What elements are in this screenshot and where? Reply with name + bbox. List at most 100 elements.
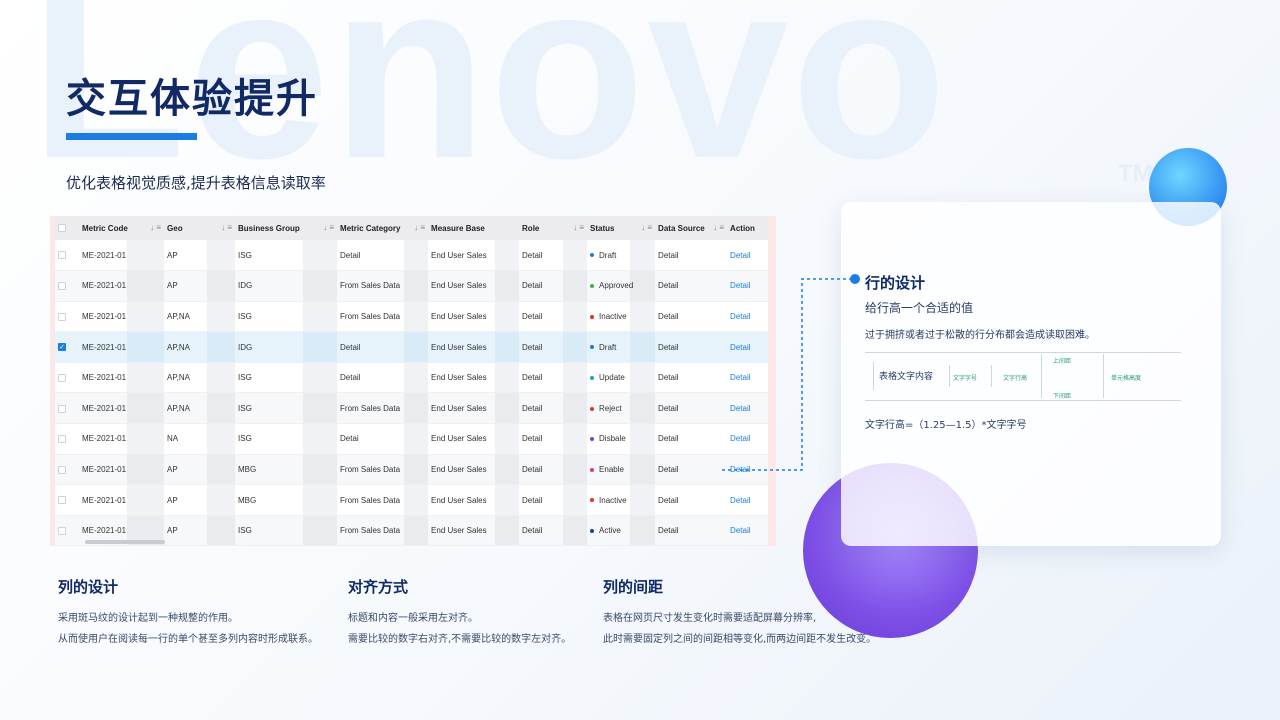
column-gap: [495, 270, 520, 302]
cell-metric-code: ME-2021-01: [79, 423, 127, 455]
cell-geo: NA: [164, 423, 208, 455]
row-checkbox[interactable]: [55, 362, 79, 394]
sort-filter-icon[interactable]: ↓ ≡: [713, 223, 724, 232]
table-row[interactable]: ME-2021-01 AP ISG Detail End User Sales Detai…: [55, 240, 768, 272]
column-gap: [630, 240, 656, 272]
cell-measure-base: End User Sales: [428, 331, 496, 363]
card-title: 行的设计: [865, 274, 926, 292]
sort-filter-icon[interactable]: ↓ ≡: [414, 223, 425, 232]
row-checkbox[interactable]: [55, 484, 79, 516]
cell-metric-category: From Sales Data: [337, 484, 405, 516]
column-gap: [404, 301, 429, 333]
sort-filter-icon[interactable]: ↓ ≡: [221, 223, 232, 232]
column-gap: [303, 484, 338, 516]
status-dot-icon: [590, 498, 595, 503]
column-gap: [127, 240, 165, 272]
cell-action-link[interactable]: Detail: [727, 240, 768, 272]
cell-geo: AP: [164, 515, 208, 546]
diagram-top-spacing: 上间距: [1053, 358, 1072, 365]
column-gap: [630, 423, 656, 455]
row-checkbox[interactable]: [55, 423, 79, 455]
line-height-formula: 文字行高=（1.25—1.5）*文字字号: [865, 420, 1027, 431]
cell-metric-code: ME-2021-01: [79, 362, 127, 394]
column-gap: [495, 515, 520, 546]
column-gap: [495, 484, 520, 516]
row-checkbox[interactable]: ✓: [55, 331, 79, 363]
sort-filter-icon[interactable]: ↓ ≡: [641, 223, 652, 232]
table-row[interactable]: ME-2021-01 AP,NA ISG From Sales Data End Use…: [55, 301, 768, 333]
column-gap: [207, 240, 236, 272]
col-header-role[interactable]: Role ↓ ≡: [519, 216, 588, 240]
column-gap: [207, 331, 236, 363]
col-header-measure-base[interactable]: Measure Base: [428, 216, 520, 240]
column-gap: [404, 240, 429, 272]
col-header-data-source[interactable]: Data Source ↓ ≡: [655, 216, 728, 240]
alignment-title: 对齐方式: [348, 578, 409, 596]
cell-role: Detail: [519, 331, 564, 363]
column-gap: [207, 270, 236, 302]
column-gap: [495, 423, 520, 455]
col-header-metric-code[interactable]: Metric Code ↓ ≡: [79, 216, 165, 240]
cell-business-group: ISG: [235, 515, 304, 546]
table-header-row: Metric Code ↓ ≡ Geo ↓ ≡ Business Group ↓ ≡ …: [55, 216, 768, 240]
data-table: Metric Code ↓ ≡ Geo ↓ ≡ Business Group ↓ ≡ …: [55, 216, 768, 546]
column-gap: [404, 270, 429, 302]
row-checkbox[interactable]: [55, 301, 79, 333]
column-gap: [495, 392, 520, 425]
row-checkbox[interactable]: [55, 270, 79, 302]
sort-filter-icon[interactable]: ↓ ≡: [150, 223, 161, 232]
horizontal-scrollbar[interactable]: [85, 540, 165, 544]
sort-filter-icon[interactable]: ↓ ≡: [573, 223, 584, 232]
cell-business-group: ISG: [235, 240, 304, 272]
column-gap: [495, 454, 520, 486]
diagram-cell-height: 单元格高度: [1111, 375, 1142, 382]
cell-business-group: MBG: [235, 484, 304, 516]
status-dot-icon: [590, 529, 595, 534]
column-gap: [303, 515, 338, 546]
col-header-geo[interactable]: Geo ↓ ≡: [164, 216, 236, 240]
column-design-text-1: 采用斑马纹的设计起到一种规整的作用。: [58, 613, 238, 624]
status-dot-icon: [590, 437, 595, 442]
cell-status: Inactive: [587, 484, 631, 516]
cell-status: Reject: [587, 392, 631, 425]
col-header-metric-category[interactable]: Metric Category ↓ ≡: [337, 216, 429, 240]
table-row[interactable]: ME-2021-01 AP,NA ISG Detail End User Sales De…: [55, 362, 768, 394]
cell-action-link[interactable]: Detail: [727, 515, 768, 546]
diagram-bottom-spacing: 下间距: [1053, 393, 1072, 400]
select-all-checkbox[interactable]: [55, 216, 79, 240]
status-dot-icon: [590, 376, 595, 381]
table-row[interactable]: ✓ ME-2021-01 AP,NA IDG Detail End User Sales D…: [55, 331, 768, 363]
diagram-cell-text: 表格文字内容: [879, 372, 934, 382]
cell-geo: AP,NA: [164, 392, 208, 425]
sort-filter-icon[interactable]: ↓ ≡: [323, 223, 334, 232]
column-gap: [630, 270, 656, 302]
column-gap: [303, 392, 338, 425]
column-gap: [495, 240, 520, 272]
row-checkbox[interactable]: [55, 454, 79, 486]
cell-geo: AP,NA: [164, 331, 208, 363]
column-gap: [303, 454, 338, 486]
col-header-business-group[interactable]: Business Group ↓ ≡: [235, 216, 338, 240]
table-row[interactable]: ME-2021-01 AP MBG From Sales Data End User S…: [55, 454, 768, 486]
col-header-status[interactable]: Status ↓ ≡: [587, 216, 656, 240]
table-row[interactable]: ME-2021-01 AP MBG From Sales Data End User S…: [55, 484, 768, 516]
row-checkbox[interactable]: [55, 240, 79, 272]
row-checkbox[interactable]: [55, 515, 79, 546]
page-subtitle: 优化表格视觉质感,提升表格信息读取率: [66, 174, 326, 192]
column-gap: [630, 392, 656, 425]
column-gap: [404, 515, 429, 546]
column-gap: [127, 484, 165, 516]
cell-action-link[interactable]: Detail: [727, 484, 768, 516]
cell-measure-base: End User Sales: [428, 301, 496, 333]
table-row[interactable]: ME-2021-01 AP IDG From Sales Data End User S…: [55, 270, 768, 302]
table-row[interactable]: ME-2021-01 NA ISG Detai End User Sales Detail…: [55, 423, 768, 455]
cell-status: Update: [587, 362, 631, 394]
cell-metric-code: ME-2021-01: [79, 454, 127, 486]
cell-business-group: IDG: [235, 331, 304, 363]
table-row[interactable]: ME-2021-01 AP,NA ISG From Sales Data End Use…: [55, 392, 768, 425]
cell-metric-code: ME-2021-01: [79, 392, 127, 425]
alignment-text-1: 标题和内容一般采用左对齐。: [348, 613, 478, 624]
status-dot-icon: [590, 284, 595, 289]
row-checkbox[interactable]: [55, 392, 79, 425]
cell-metric-category: Detai: [337, 423, 405, 455]
